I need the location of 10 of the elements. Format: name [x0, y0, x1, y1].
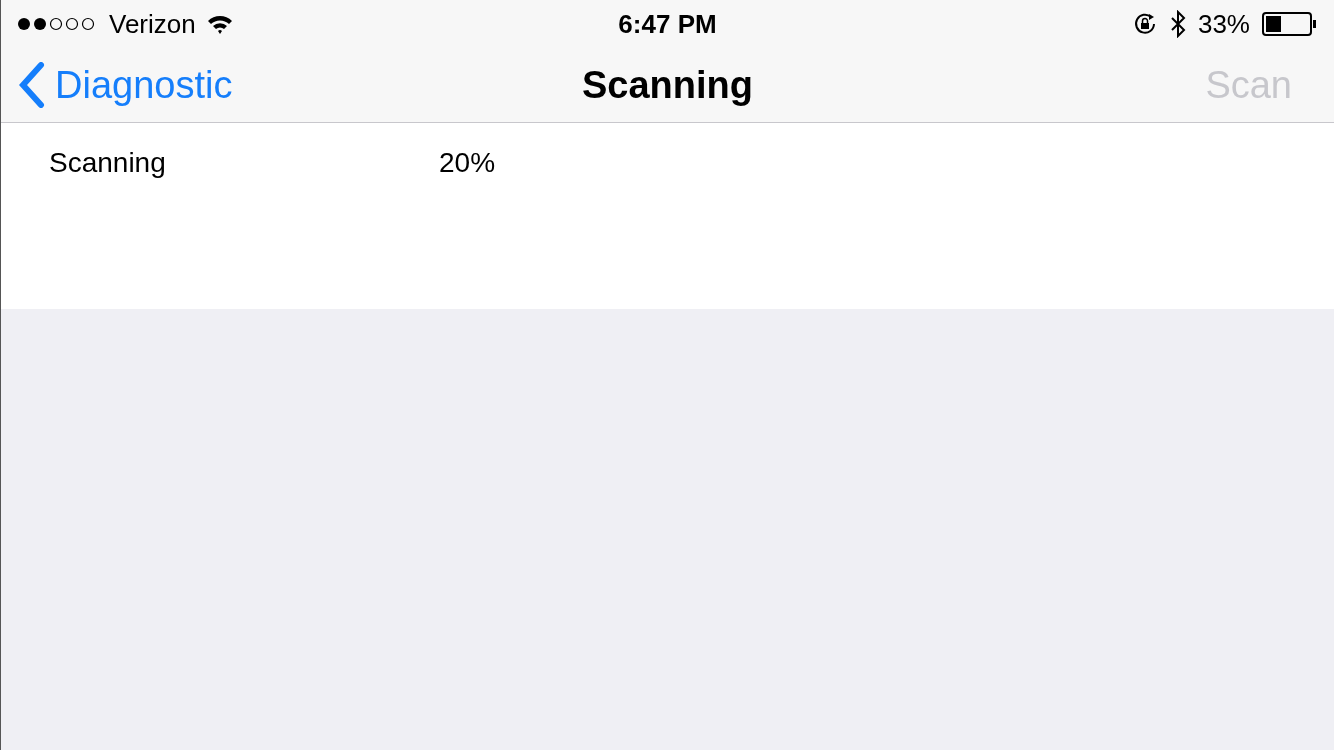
battery-icon	[1262, 12, 1318, 36]
battery-percentage: 33%	[1197, 7, 1250, 41]
row-label: Scanning	[48, 146, 167, 180]
status-time: 6:47 PM	[618, 7, 717, 41]
chevron-left-icon	[19, 62, 45, 108]
bluetooth-icon	[1169, 10, 1186, 38]
back-button[interactable]: Diagnostic	[19, 56, 233, 114]
carrier-name: Verizon	[109, 7, 196, 41]
row-value: 20%	[439, 146, 496, 180]
nav-title: Scanning	[582, 62, 753, 108]
